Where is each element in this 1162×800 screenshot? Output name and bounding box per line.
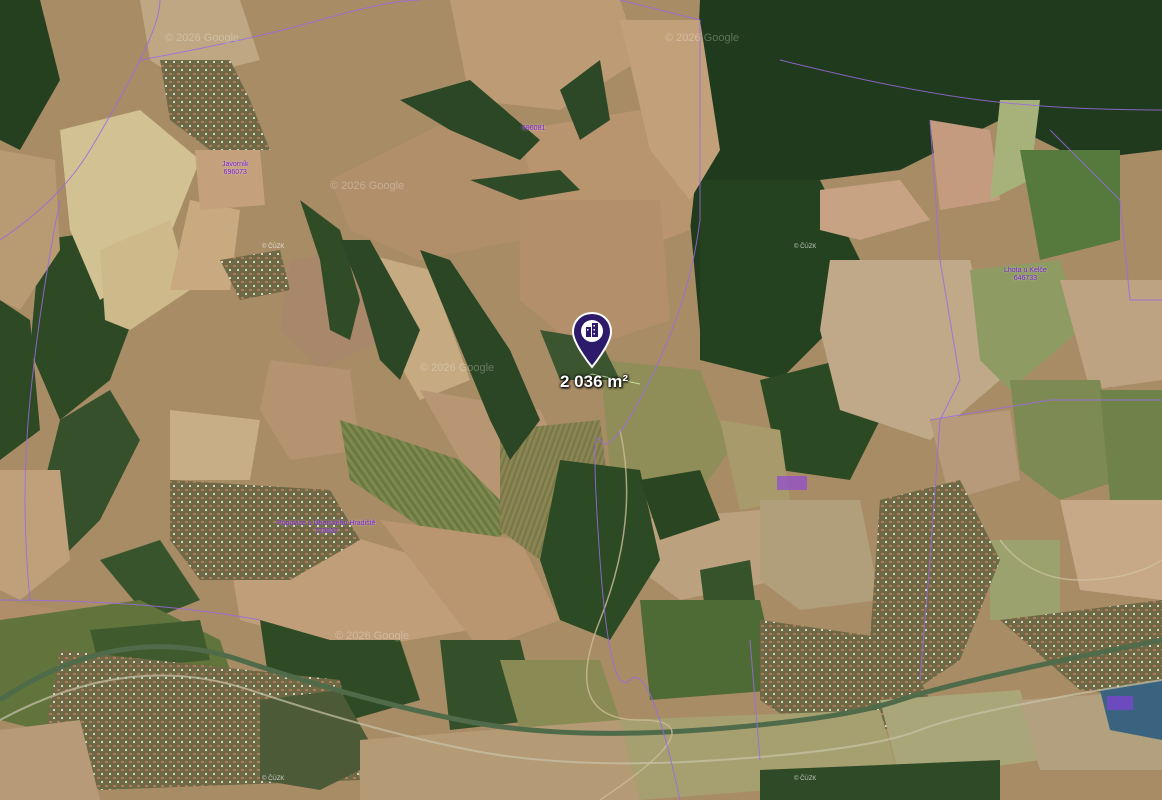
map-view[interactable]: © 2026 Google © 2026 Google © 2026 Googl… <box>0 0 1162 800</box>
google-watermark: © 2026 Google <box>330 180 405 192</box>
google-watermark: © 2026 Google <box>335 630 410 642</box>
parcel-area-label: 2 036 m² <box>560 372 629 391</box>
region-code: 729862 <box>314 528 338 535</box>
region-label-696081: 696081 <box>522 117 545 133</box>
cuzk-attribution: © ČÚZK <box>794 776 817 782</box>
region-label-lhota: Lhota u Kelče 646733 <box>1004 267 1047 283</box>
google-watermark: © 2026 Google <box>665 32 740 44</box>
location-pin[interactable] <box>571 311 613 369</box>
region-name: Lhota u Kelče <box>1004 267 1047 274</box>
cuzk-attribution: © ČÚZK <box>262 244 285 250</box>
region-name <box>522 117 545 125</box>
region-code: 696073 <box>223 169 247 176</box>
region-label-popovice: Popovice u Uherského Hradiště 729862 <box>277 520 375 536</box>
cuzk-attribution: © ČÚZK <box>794 244 817 250</box>
region-label-javornik: Javorník 696073 <box>222 161 248 177</box>
google-watermark: © 2026 Google <box>165 32 240 44</box>
region-code: 696081 <box>522 125 546 132</box>
region-name: Javorník <box>222 161 249 168</box>
region-name: Popovice u Uherského Hradiště <box>277 520 376 527</box>
google-watermark: © 2026 Google <box>420 362 495 374</box>
region-label-swatch <box>1107 696 1133 710</box>
region-label-swatch <box>777 476 807 490</box>
region-code: 646733 <box>1013 275 1038 282</box>
satellite-imagery <box>0 0 1162 800</box>
cuzk-attribution: © ČÚZK <box>262 776 285 782</box>
